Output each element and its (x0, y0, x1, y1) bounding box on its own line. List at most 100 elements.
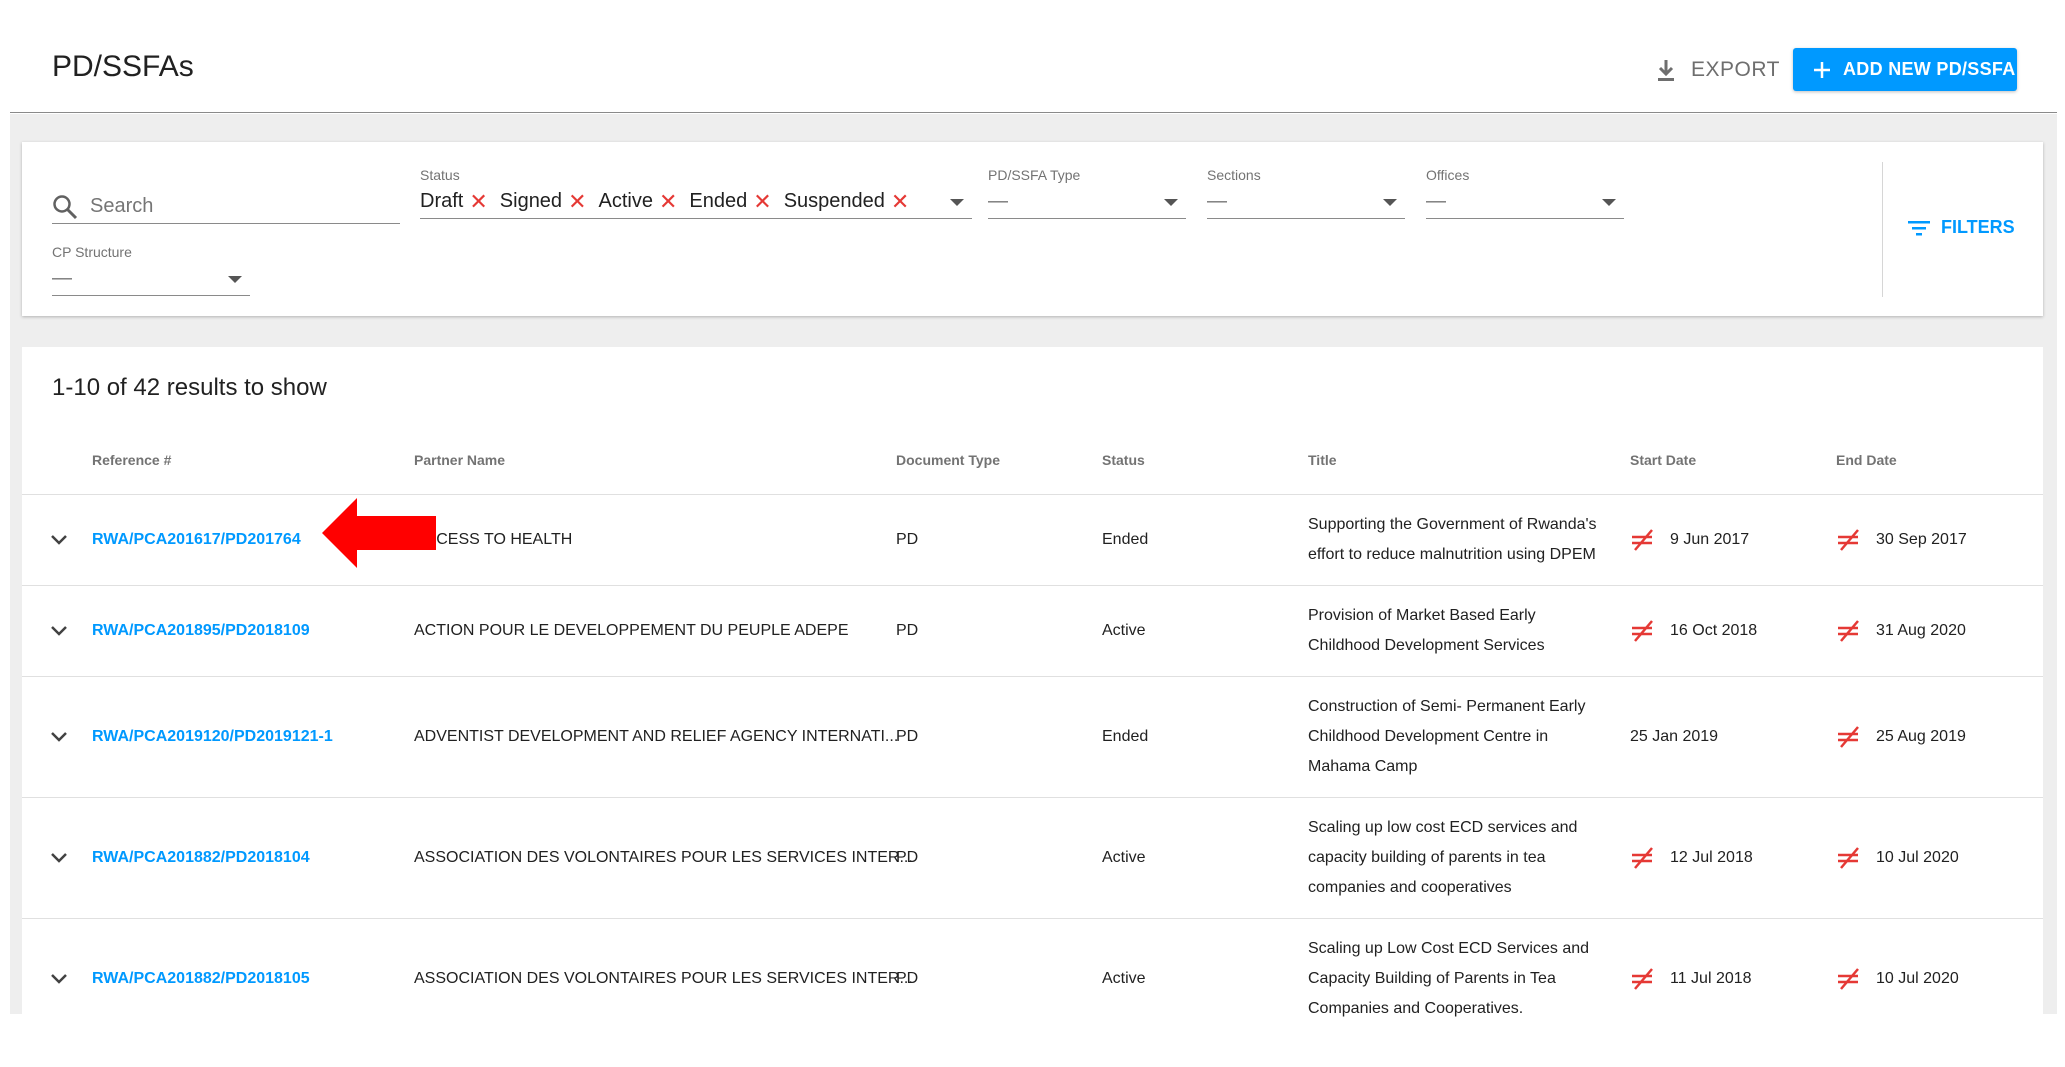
start-date-cell: 16 Oct 2018 (1630, 586, 1757, 676)
chip-suspended: Suspended ✕ (783, 188, 910, 214)
filter-panel: Status Draft ✕ Signed ✕ Active ✕ Ended ✕… (22, 142, 2043, 316)
title-text: Scaling up Low Cost ECD Services and Cap… (1308, 940, 1590, 1017)
table-row[interactable]: RWA/PCA201895/PD2018109 ACTION POUR LE DE… (22, 585, 2043, 676)
status-value-cell: Active (1102, 919, 1146, 1039)
chevron-down-icon[interactable] (50, 919, 68, 1039)
column-header-title[interactable]: Title (1308, 452, 1337, 468)
partner-name-cell: ADVENTIST DEVELOPMENT AND RELIEF AGENCY … (414, 677, 898, 797)
table-row[interactable]: RWA/PCA201882/PD2018104 ASSOCIATION DES V… (22, 797, 2043, 918)
partner-name: ASSOCIATION DES VOLONTAIRES POUR LES SER… (414, 849, 913, 866)
table-row[interactable]: RWA/PCA201882/PD2018105 ASSOCIATION DES V… (22, 918, 2043, 1039)
end-date: 25 Aug 2019 (1876, 728, 1966, 745)
status-select[interactable]: Draft ✕ Signed ✕ Active ✕ Ended ✕ Suspen… (420, 185, 972, 219)
reference-link[interactable]: RWA/PCA2019120/PD2019121-1 (92, 728, 333, 746)
partner-name: ADVENTIST DEVELOPMENT AND RELIEF AGENCY … (414, 728, 899, 745)
status-value-cell: Active (1102, 798, 1146, 918)
title-text: Supporting the Government of Rwanda's ef… (1308, 516, 1597, 563)
column-header-end-date[interactable]: End Date (1836, 452, 1897, 468)
status-value: Active (1102, 849, 1146, 866)
end-date-cell: 30 Sep 2017 (1836, 495, 1967, 585)
close-icon[interactable]: ✕ (753, 190, 771, 213)
close-icon[interactable]: ✕ (659, 190, 677, 213)
start-date-cell: 12 Jul 2018 (1630, 798, 1753, 918)
column-header-start-date[interactable]: Start Date (1630, 452, 1696, 468)
end-date-cell: 10 Jul 2020 (1836, 919, 1959, 1039)
not-equal-icon (1836, 847, 1862, 869)
type-value: — (988, 190, 1008, 212)
reference-link[interactable]: RWA/PCA201617/PD201764 (92, 531, 301, 549)
start-date: 25 Jan 2019 (1630, 728, 1719, 745)
title-text-cell: Construction of Semi- Permanent Early Ch… (1308, 677, 1608, 797)
end-date: 10 Jul 2020 (1876, 970, 1959, 987)
export-button[interactable]: EXPORT (1655, 50, 1780, 90)
start-date: 11 Jul 2018 (1670, 970, 1752, 987)
status-filter[interactable]: Status Draft ✕ Signed ✕ Active ✕ Ended ✕… (420, 167, 972, 219)
partner-name-cell: ACTION POUR LE DEVELOPPEMENT DU PEUPLE A… (414, 586, 849, 676)
end-date-cell: 31 Aug 2020 (1836, 586, 1966, 676)
not-equal-icon (1836, 529, 1862, 551)
caret-down-icon (1383, 199, 1397, 206)
title-text-cell: Provision of Market Based Early Childhoo… (1308, 586, 1608, 676)
add-new-pd-button[interactable]: ADD NEW PD/SSFA (1793, 48, 2017, 91)
search-icon (53, 194, 78, 219)
status-value: Active (1102, 622, 1146, 639)
end-date: 30 Sep 2017 (1876, 531, 1967, 548)
cp-structure-filter[interactable]: CP Structure — (52, 244, 250, 296)
chip-signed: Signed ✕ (499, 188, 587, 214)
not-equal-icon (1630, 847, 1656, 869)
filters-button[interactable]: FILTERS (1907, 217, 2015, 238)
type-filter[interactable]: PD/SSFA Type — (988, 167, 1186, 219)
cp-structure-select[interactable]: — (52, 262, 250, 296)
table-row[interactable]: RWA/PCA2019120/PD2019121-1 ADVENTIST DEVE… (22, 676, 2043, 797)
start-date-cell: 9 Jun 2017 (1630, 495, 1749, 585)
sections-filter[interactable]: Sections — (1207, 167, 1405, 219)
document-type-cell: PD (896, 495, 918, 585)
reference-link[interactable]: RWA/PCA201882/PD2018105 (92, 970, 310, 988)
close-icon[interactable]: ✕ (891, 190, 909, 213)
offices-value: — (1426, 190, 1446, 212)
reference-link-cell: RWA/PCA201895/PD2018109 (92, 586, 310, 676)
document-type-cell: PD (896, 798, 918, 918)
column-header-reference[interactable]: Reference # (92, 452, 171, 468)
not-equal-icon (1630, 529, 1656, 551)
column-header-partner[interactable]: Partner Name (414, 452, 505, 468)
close-icon[interactable]: ✕ (469, 190, 487, 213)
close-icon[interactable]: ✕ (568, 190, 586, 213)
title-text-cell: Supporting the Government of Rwanda's ef… (1308, 495, 1608, 585)
partner-name: ASSOCIATION DES VOLONTAIRES POUR LES SER… (414, 970, 913, 987)
chevron-down-icon[interactable] (50, 495, 68, 585)
caret-down-icon (228, 276, 242, 283)
search-field[interactable] (52, 190, 400, 224)
chevron-down-icon[interactable] (50, 798, 68, 918)
search-input[interactable] (90, 195, 390, 218)
type-select[interactable]: — (988, 185, 1186, 219)
column-header-doc-type[interactable]: Document Type (896, 452, 1000, 468)
offices-filter[interactable]: Offices — (1426, 167, 1624, 219)
export-label: EXPORT (1691, 58, 1780, 81)
not-equal-icon (1836, 620, 1862, 642)
not-equal-icon (1630, 968, 1656, 990)
sections-label: Sections (1207, 167, 1261, 183)
chevron-down-icon[interactable] (50, 586, 68, 676)
status-value: Ended (1102, 531, 1149, 548)
results-table-card: 1-10 of 42 results to show Reference # P… (22, 347, 2043, 1047)
document-type: PD (896, 531, 919, 548)
chip-draft: Draft ✕ (420, 188, 488, 214)
offices-label: Offices (1426, 167, 1470, 183)
end-date: 10 Jul 2020 (1876, 849, 1959, 866)
start-date: 9 Jun 2017 (1670, 531, 1750, 548)
reference-link[interactable]: RWA/PCA201895/PD2018109 (92, 622, 310, 640)
document-type: PD (896, 728, 919, 745)
results-count: 1-10 of 42 results to show (52, 374, 327, 401)
reference-link[interactable]: RWA/PCA201882/PD2018104 (92, 849, 310, 867)
document-type-cell: PD (896, 677, 918, 797)
chevron-down-icon[interactable] (50, 677, 68, 797)
status-value: Active (1102, 970, 1146, 987)
status-label: Status (420, 167, 460, 183)
partner-name-cell: ACCESS TO HEALTH (414, 495, 572, 585)
column-header-status[interactable]: Status (1102, 452, 1145, 468)
offices-select[interactable]: — (1426, 185, 1624, 219)
title-text: Scaling up low cost ECD services and cap… (1308, 819, 1578, 896)
not-equal-icon (1836, 968, 1862, 990)
sections-select[interactable]: — (1207, 185, 1405, 219)
